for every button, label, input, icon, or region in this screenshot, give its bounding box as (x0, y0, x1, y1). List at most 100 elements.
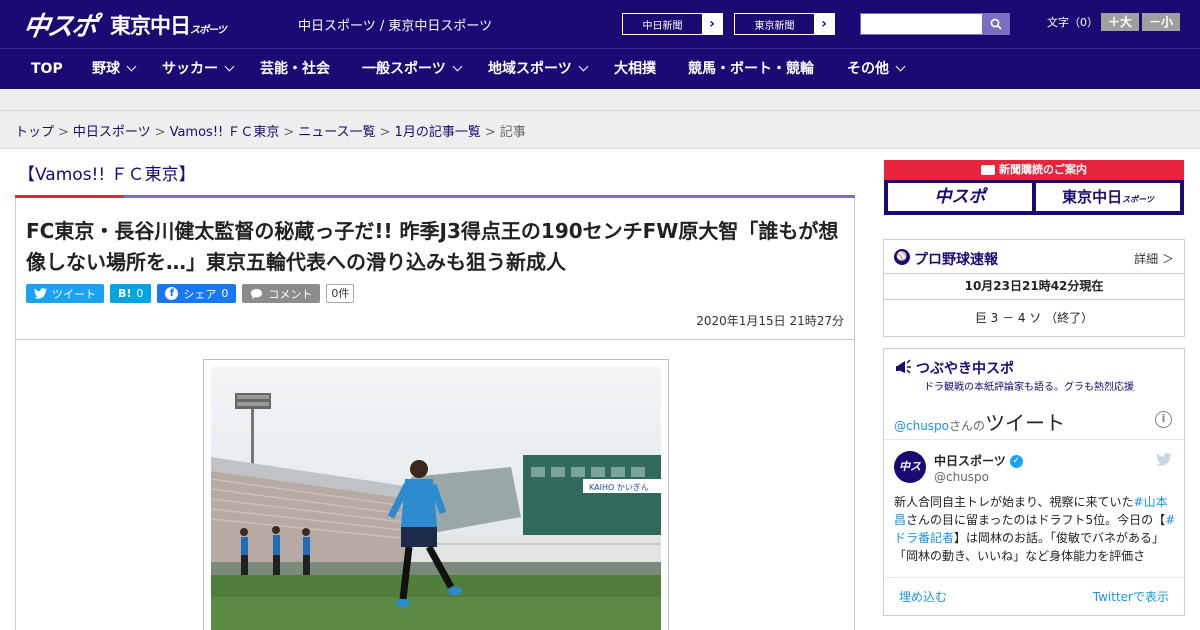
facebook-icon: f (165, 287, 179, 300)
breadcrumb-item[interactable]: 1月の記事一覧 (395, 125, 481, 140)
font-size-label: 文字（0） (1047, 16, 1098, 29)
subscribe-tokyo-label: 東京中日 (1062, 188, 1123, 206)
breadcrumb-item[interactable]: Vamos!! ＦＣ東京 (170, 125, 280, 140)
subscription-title: 新聞購読のご案内 (884, 160, 1184, 180)
nav-label: 競馬・ボート・競輪 (688, 61, 814, 77)
tweet-user-handle[interactable]: @chuspo (934, 470, 989, 484)
tweet-label: ツイート (52, 287, 96, 301)
baseball-icon: ⚾ (894, 249, 910, 265)
svg-text:KAIHO かいぎん: KAIHO かいぎん (589, 482, 649, 492)
hatena-bookmark-button[interactable]: B! 0 (110, 284, 152, 303)
subscribe-tokyo-small: スポーツ (1122, 195, 1154, 204)
font-larger-button[interactable]: ＋大 (1101, 13, 1139, 31)
nav-label: サッカー (162, 61, 218, 77)
tweet-button[interactable]: ツイート (26, 284, 104, 303)
tweet-user-name[interactable]: 中日スポーツ ✓ (934, 452, 1023, 469)
breadcrumb: トップ > 中日スポーツ > Vamos!! ＦＣ東京 > ニュース一覧 >1月の記事一覧 > 記… (15, 125, 526, 140)
font-smaller-button[interactable]: －小 (1142, 13, 1180, 31)
facebook-count: 0 (221, 287, 229, 300)
tsubuyaki-title: つぶやき中スポ (916, 361, 1014, 377)
tokyo-shimbun-button[interactable]: 東京新聞 › (734, 13, 835, 35)
site-name-link[interactable]: 中日スポーツ / 東京中日スポーツ (298, 15, 492, 34)
section-title[interactable]: 【Vamos!! ＦＣ東京】 (18, 160, 196, 185)
timeline-header: @chuspoさんのツイート i (884, 399, 1184, 440)
breadcrumb-item[interactable]: トップ (15, 125, 54, 140)
nav-item-entertainment[interactable]: 芸能・社会 (260, 49, 330, 90)
baseball-detail-link[interactable]: 詳細 ＞ (1134, 250, 1174, 267)
article-header: FC東京・長谷川健太監督の秘蔵っ子だ!! 昨季J3得点王の190センチFW原大智… (15, 198, 855, 340)
facebook-label: シェア (183, 287, 217, 301)
tweet-text-1: 新人合同自主トレが始まり、視察に来ていた (894, 495, 1134, 509)
avatar[interactable]: 中スポ (894, 451, 926, 505)
hatena-count: 0 (136, 287, 144, 300)
baseball-widget-header: ⚾ プロ野球速報 詳細 ＞ (884, 240, 1184, 274)
share-buttons: ツイート B! 0 f シェア 0 コメント 0件 (26, 284, 355, 303)
nav-item-top[interactable]: TOP (31, 49, 63, 90)
main-nav: TOP 野球 サッカー 芸能・社会 一般スポーツ 地域スポーツ 大相撲 競馬・ボ… (0, 48, 1200, 89)
chunichi-shimbun-button[interactable]: 中日新聞 › (622, 13, 723, 35)
baseball-update-time: 10月23日21時42分現在 (884, 274, 1184, 300)
tokyo-chunichi-logo[interactable]: 東京中日スポーツ (110, 10, 227, 40)
twitter-bird-icon[interactable] (1156, 453, 1172, 466)
timeline-tweet-word: ツイート (985, 411, 1066, 435)
comment-count: 0件 (326, 284, 355, 303)
soccer-training-photo: KAIHO かいぎん (211, 367, 661, 630)
nav-label: 野球 (92, 61, 120, 77)
nav-label: TOP (31, 61, 63, 77)
info-icon[interactable]: i (1155, 411, 1172, 428)
publish-date: 2020年1月15日 21時27分 (696, 314, 844, 328)
nav-item-baseball[interactable]: 野球 (92, 49, 137, 90)
article-photo[interactable]: KAIHO かいぎん (203, 359, 669, 630)
view-on-twitter-link[interactable]: Twitterで表示 (1093, 588, 1169, 605)
embed-link[interactable]: 埋め込む (899, 588, 947, 605)
twitter-bird-icon (34, 288, 47, 299)
baseball-score-widget: ⚾ プロ野球速報 詳細 ＞ 10月23日21時42分現在 巨 3 － 4 ソ （… (883, 239, 1185, 337)
chevron-down-icon (578, 61, 589, 72)
speech-bubble-icon (251, 288, 263, 299)
nav-item-local-sports[interactable]: 地域スポーツ (488, 49, 589, 90)
breadcrumb-current: 記事 (499, 125, 526, 140)
chevron-right-icon: › (702, 14, 722, 34)
nav-label: 地域スポーツ (488, 61, 572, 77)
hatena-icon: B! (118, 287, 132, 300)
article-headline: FC東京・長谷川健太監督の秘蔵っ子だ!! 昨季J3得点王の190センチFW原大智… (26, 219, 839, 274)
tweet-text-2: さんの目に留まったのはドラフト5位。今日の【 (906, 513, 1166, 527)
chevron-down-icon (452, 61, 463, 72)
facebook-share-button[interactable]: f シェア 0 (157, 284, 237, 303)
comment-button[interactable]: コメント (242, 284, 321, 303)
nav-label: 一般スポーツ (362, 61, 446, 77)
nav-label: 大相撲 (614, 61, 656, 77)
tokyo-shimbun-label: 東京新聞 (754, 20, 795, 32)
timeline-footer: 埋め込む Twitterで表示 (884, 577, 1184, 613)
nav-item-soccer[interactable]: サッカー (162, 49, 235, 90)
verified-badge-icon: ✓ (1009, 455, 1023, 468)
chuspo-logo[interactable]: 中スポ (21, 6, 98, 43)
nav-item-keiba[interactable]: 競馬・ボート・競輪 (688, 49, 814, 90)
baseball-game-score[interactable]: 巨 3 － 4 ソ （終了） (884, 300, 1184, 336)
subscribe-chuspo-button[interactable]: 中スポ (888, 183, 1032, 211)
tweet-user-name-text: 中日スポーツ (934, 454, 1006, 468)
nav-label: その他 (847, 61, 889, 77)
tsubuyaki-widget: つぶやき中スポ ドラ観戦の本紙評論家も語る。グラも熱烈応援 @chuspoさんの… (883, 348, 1185, 616)
top-header: 中スポ 東京中日スポーツ 中日スポーツ / 東京中日スポーツ 中日新聞 › 東京新… (0, 0, 1200, 48)
timeline-handle-link[interactable]: @chuspo (894, 419, 949, 433)
nav-label: 芸能・社会 (260, 61, 330, 77)
chevron-down-icon (895, 61, 906, 72)
breadcrumb-item[interactable]: 中日スポーツ (73, 125, 151, 140)
nav-item-general-sports[interactable]: 一般スポーツ (362, 49, 463, 90)
nav-item-other[interactable]: その他 (847, 49, 906, 90)
breadcrumb-bar: トップ > 中日スポーツ > Vamos!! ＦＣ東京 > ニュース一覧 >1月の記事一覧 > 記… (0, 111, 1200, 149)
article-photo-area: KAIHO かいぎん (15, 340, 855, 630)
subscription-title-text: 新聞購読のご案内 (999, 163, 1087, 176)
baseball-widget-title: プロ野球速報 (914, 252, 998, 268)
timeline-heading: @chuspoさんのツイート (894, 407, 1065, 436)
breadcrumb-item[interactable]: ニュース一覧 (298, 125, 375, 140)
nav-item-sumo[interactable]: 大相撲 (614, 49, 656, 90)
subscription-banner: 新聞購読のご案内 中スポ 東京中日スポーツ (884, 160, 1184, 215)
search-button[interactable] (982, 13, 1010, 35)
timeline-san: さんの (949, 419, 986, 433)
twitter-timeline: @chuspoさんのツイート i 中スポ 中日スポーツ ✓ @chuspo 新人合… (884, 399, 1184, 604)
tokyo-logo-small: スポーツ (190, 25, 227, 36)
subscribe-tokyo-chunichi-button[interactable]: 東京中日スポーツ (1036, 183, 1180, 211)
ad-strip (0, 89, 1200, 111)
